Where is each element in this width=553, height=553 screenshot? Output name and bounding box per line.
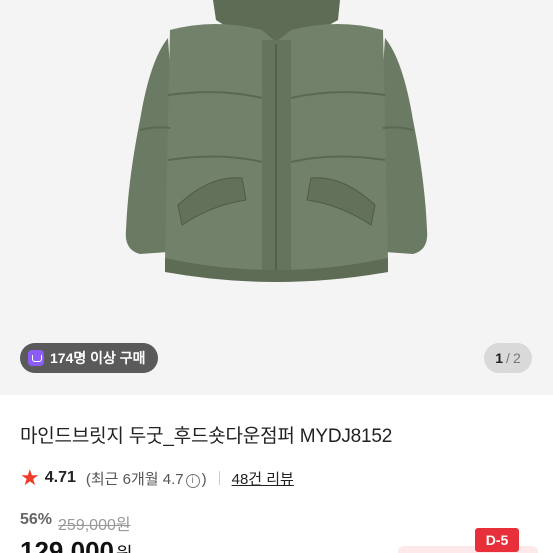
sale-price: 129,000원	[20, 536, 133, 553]
buyers-count-text: 174명 이상 구매	[50, 350, 146, 366]
jacket-image	[0, 0, 553, 395]
image-pager: 1 / 2	[484, 343, 532, 373]
discount-percent: 56%	[20, 511, 53, 528]
star-icon: ★	[20, 465, 40, 490]
product-title: 마인드브릿지 두굿_후드숏다운점퍼 MYDJ8152	[20, 426, 393, 447]
price-value: 129,000	[20, 536, 114, 553]
pager-current: 1	[495, 350, 504, 366]
recent-rating-text: (최근 6개월 4.7	[85, 470, 184, 488]
pager-total: 2	[512, 350, 521, 366]
original-price: 259,000원	[58, 517, 131, 534]
recent-rating-close: )	[201, 470, 207, 488]
product-image-gallery[interactable]	[0, 0, 553, 395]
price-unit: 원	[116, 544, 133, 553]
info-icon[interactable]: i	[185, 473, 200, 488]
deadline-badge: D-5	[475, 528, 519, 552]
pager-separator: /	[506, 350, 510, 366]
recent-rating: (최근 6개월 4.7 i)	[86, 468, 207, 489]
rating-row: ★ 4.71 (최근 6개월 4.7 i) 48건 리뷰	[20, 465, 294, 491]
rating-score: 4.71	[44, 469, 76, 486]
shopping-bag-icon	[28, 350, 44, 366]
buyers-count-badge: 174명 이상 구매	[20, 343, 158, 373]
divider	[218, 471, 220, 485]
discount-row: 56% 259,000원	[20, 511, 131, 535]
review-count-link[interactable]: 48건 리뷰	[232, 468, 294, 489]
